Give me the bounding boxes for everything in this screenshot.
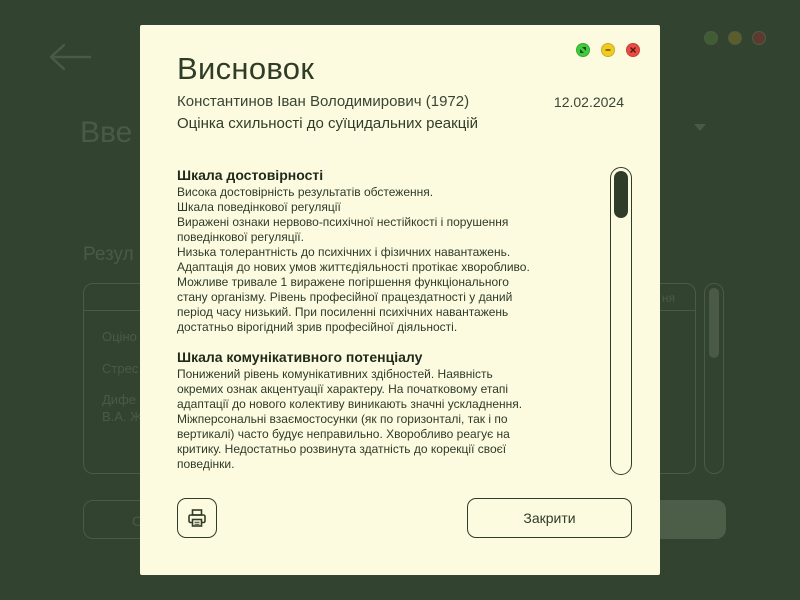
section-line: критику. Недостатньо розвинута здатність…	[177, 442, 507, 456]
background-scroll-thumb	[709, 288, 719, 358]
background-close-icon	[752, 31, 766, 45]
section-line: Шкала поведінкової регуляції	[177, 200, 341, 214]
close-icon[interactable]	[626, 43, 640, 57]
section-line: стану організму. Рівень професійної прац…	[177, 290, 513, 304]
content-scrollbar[interactable]	[610, 167, 632, 475]
background-table-row: В.А. Ж	[102, 409, 143, 424]
window-controls	[576, 43, 640, 57]
section-title: Шкала достовірності	[177, 167, 324, 183]
section-title: Шкала комунікативного потенціалу	[177, 349, 423, 365]
conclusion-section: Шкала достовірності Висока достовірність…	[177, 167, 597, 335]
section-line: Міжперсональні взаємостосунки (як по гор…	[177, 412, 508, 426]
printer-icon	[188, 509, 206, 527]
close-button[interactable]: Закрити	[467, 498, 632, 538]
section-line: вертикалі) часто будує неправильно. Хвор…	[177, 427, 510, 441]
section-line: поведінкової регуляції.	[177, 230, 304, 244]
expand-icon[interactable]	[576, 43, 590, 57]
background-table-row: Дифе	[102, 392, 136, 407]
section-line: Понижений рівень комунікативних здібност…	[177, 367, 493, 381]
conclusion-content[interactable]: Шкала достовірності Висока достовірність…	[177, 167, 597, 475]
scroll-thumb[interactable]	[614, 171, 628, 218]
background-title: Вве	[80, 116, 133, 149]
chevron-down-icon	[694, 124, 706, 131]
background-results-heading: Резул	[83, 244, 134, 265]
background-table-row: Оціно	[102, 329, 137, 344]
background-table-row: Стрес	[102, 361, 139, 376]
conclusion-section: Шкала комунікативного потенціалу Понижен…	[177, 349, 597, 472]
background-scrollbar	[704, 283, 724, 474]
dialog-title: Висновок	[177, 51, 315, 86]
section-line: Адаптація до нових умов життєдіяльності …	[177, 260, 530, 274]
section-line: окремих ознак акцентуації характеру. На …	[177, 382, 509, 396]
section-line: достатньо вірогідний зрив професійної ді…	[177, 320, 458, 334]
back-arrow-icon	[49, 43, 92, 71]
background-minimize-icon	[728, 31, 742, 45]
section-line: період часу низький. При посиленні психі…	[177, 305, 509, 319]
test-name: Оцінка схильності до суїцидальних реакці…	[177, 115, 479, 132]
section-line: Низька толерантність до психічних і фізи…	[177, 245, 511, 259]
background-maximize-icon	[704, 31, 718, 45]
patient-name: Константинов Іван Володимирович (1972)	[177, 93, 470, 110]
background-table-header: ня	[661, 291, 675, 305]
section-line: Можливе тривале 1 виражене погіршення фу…	[177, 275, 509, 289]
minus-icon[interactable]	[601, 43, 615, 57]
background-window-controls	[704, 31, 766, 45]
print-button[interactable]	[177, 498, 217, 538]
section-line: адаптації до нового колективу виникають …	[177, 397, 523, 411]
section-line: Висока достовірність результатів обстеже…	[177, 185, 434, 199]
conclusion-dialog: Висновок Константинов Іван Володимирович…	[140, 25, 660, 575]
section-line: Виражені ознаки нервово-психічної нестій…	[177, 215, 509, 229]
section-line: поведінки.	[177, 457, 235, 471]
report-date: 12.02.2024	[553, 94, 624, 110]
